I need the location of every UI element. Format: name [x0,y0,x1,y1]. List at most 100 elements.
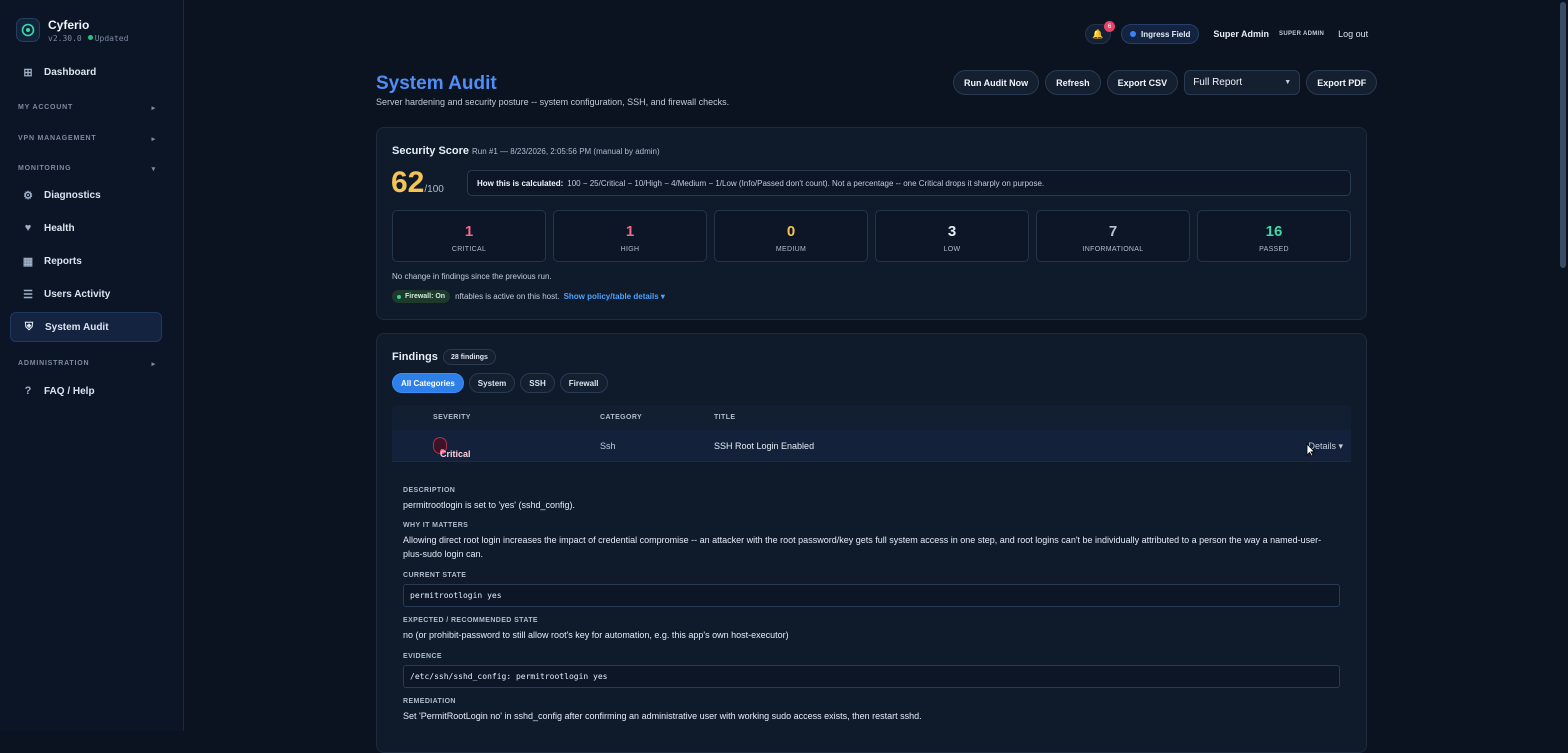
user-role: SUPER ADMIN [1279,31,1325,37]
firewall-details-link[interactable]: Show policy/table details ▾ [564,292,665,301]
sidebar-item-faq-help[interactable]: ? FAQ / Help [10,376,162,406]
detail-evidence: EVIDENCE /etc/ssh/sshd_config: permitroo… [403,653,1340,688]
topbar: 🔔 6 Ingress Field Super Admin SUPER ADMIN… [1085,21,1368,44]
stat-number: 1 [625,223,635,240]
column-title[interactable]: TITLE [714,414,735,421]
sidebar-item-label: Reports [44,255,82,267]
section-label: MONITORING [18,165,72,172]
status-dot-icon [87,34,93,40]
stat-label: PASSED [1259,246,1289,253]
tab-system[interactable]: System [468,373,516,393]
page-scrollbar[interactable] [1558,0,1568,731]
security-score-card: Security Score Run #1 — 8/23/2026, 2:05:… [376,127,1367,320]
detail-text: Set 'PermitRootLogin no' in sshd_config … [403,711,922,721]
notifications-button[interactable]: 🔔 6 [1085,21,1115,44]
logout-link[interactable]: Log out [1338,29,1368,39]
firewall-text: nftables is active on this host. [455,292,560,301]
stat-label: HIGH [620,246,640,253]
app-name: Cyferio [48,17,90,32]
findings-count-badge: 28 findings [443,349,496,365]
row-category: Ssh [600,441,616,451]
shield-icon: ⛨ [24,320,34,333]
app-logo [16,18,40,42]
explanation-text: 100 − 25/Critical − 10/High − 4/Medium −… [567,178,1045,188]
detail-current-state: CURRENT STATE permitrootlogin yes [403,572,1340,607]
list-icon: ☰ [23,288,33,301]
findings-title: Findings [392,351,438,363]
stat-passed[interactable]: 16 PASSED [1197,210,1351,262]
stat-high[interactable]: 1 HIGH [553,210,707,262]
report-type-select[interactable]: Full Report ▼ [1184,70,1301,95]
run-info: Run #1 — 8/23/2026, 2:05:56 PM (manual b… [472,147,660,156]
change-note: No change in findings since the previous… [392,272,552,281]
detail-label: WHY IT MATTERS [403,522,469,529]
tab-all-categories[interactable]: All Categories [392,373,464,393]
stat-low[interactable]: 3 LOW [875,210,1029,262]
detail-remediation: REMEDIATION Set 'PermitRootLogin no' in … [403,698,1340,723]
field-name: Ingress Field [1141,29,1191,39]
firewall-badge: Firewall: On [392,290,451,303]
sidebar-item-label: FAQ / Help [44,385,95,397]
stat-number: 3 [947,223,957,240]
tab-ssh[interactable]: SSH [520,373,555,393]
score-title: Security Score [392,145,470,157]
score-value: 62/100 [391,166,444,200]
table-row[interactable]: Critical Ssh SSH Root Login Enabled Deta… [392,430,1351,462]
section-vpn-management[interactable]: VPN MANAGEMENT ▸ [18,135,156,143]
row-title: SSH Root Login Enabled [714,441,815,451]
sidebar-item-dashboard[interactable]: ⊞ Dashboard [10,57,162,87]
mouse-cursor-icon [1306,443,1316,457]
stat-number: 7 [1108,223,1118,240]
brand: Cyferio v2.30.0 Updated [0,0,183,46]
stat-medium[interactable]: 0 MEDIUM [714,210,868,262]
sidebar-item-diagnostics[interactable]: ⚙ Diagnostics [10,180,162,210]
detail-text: no (or prohibit-password to still allow … [403,630,789,640]
bell-icon: 🔔 [1092,28,1104,39]
section-administration[interactable]: ADMINISTRATION ▸ [18,360,156,368]
column-severity[interactable]: SEVERITY [433,414,471,421]
user-name: Super Admin [1213,29,1270,39]
section-monitoring[interactable]: MONITORING ▾ [18,165,156,173]
section-label: MY ACCOUNT [18,104,74,111]
section-label: ADMINISTRATION [18,360,90,367]
stat-label: CRITICAL [451,246,487,253]
refresh-button[interactable]: Refresh [1045,70,1101,95]
sidebar-item-users-activity[interactable]: ☰ Users Activity [10,279,162,309]
detail-text: permitrootlogin is set to 'yes' (sshd_co… [403,500,576,510]
severity-label: Critical [440,449,471,459]
tab-firewall[interactable]: Firewall [559,373,608,393]
scrollbar-thumb[interactable] [1560,2,1566,268]
firewall-status-row: Firewall: On nftables is active on this … [392,290,665,303]
chevron-icon: ▸ [151,105,156,112]
chevron-icon: ▸ [151,136,156,143]
sidebar-item-label: Diagnostics [44,189,101,201]
field-selector[interactable]: Ingress Field [1121,24,1200,44]
heart-icon: ♥ [24,222,32,234]
sidebar-item-system-audit[interactable]: ⛨ System Audit [10,312,162,342]
sidebar-item-reports[interactable]: ▦ Reports [10,246,162,276]
stat-label: MEDIUM [775,246,807,253]
sidebar-item-health[interactable]: ♥ Health [10,213,162,243]
stat-critical[interactable]: 1 CRITICAL [392,210,546,262]
severity-badge: Critical [433,437,471,459]
sidebar-item-label: Health [44,222,75,234]
run-audit-button[interactable]: Run Audit Now [953,70,1040,95]
stat-label: INFORMATIONAL [1082,246,1144,253]
sidebar: Cyferio v2.30.0 Updated ⊞ Dashboard MY ACC… [0,0,184,731]
report-type-value: Full Report [1193,77,1243,88]
current-state-code: permitrootlogin yes [403,584,1340,607]
sidebar-item-label: Dashboard [44,66,97,78]
export-csv-button[interactable]: Export CSV [1106,70,1179,95]
stat-label: LOW [943,246,961,253]
sidebar-item-label: Users Activity [44,288,111,300]
chevron-down-icon: ▾ [151,166,156,173]
notification-count: 6 [1104,21,1115,32]
export-pdf-button[interactable]: Export PDF [1306,70,1378,95]
score-number: 62 [391,166,425,199]
detail-description: DESCRIPTION permitrootlogin is set to 'y… [403,487,1340,512]
section-my-account[interactable]: MY ACCOUNT ▸ [18,104,156,112]
update-status: Updated [94,33,129,43]
column-category[interactable]: CATEGORY [600,414,642,421]
stat-informational[interactable]: 7 INFORMATIONAL [1036,210,1190,262]
question-icon: ? [24,385,32,397]
